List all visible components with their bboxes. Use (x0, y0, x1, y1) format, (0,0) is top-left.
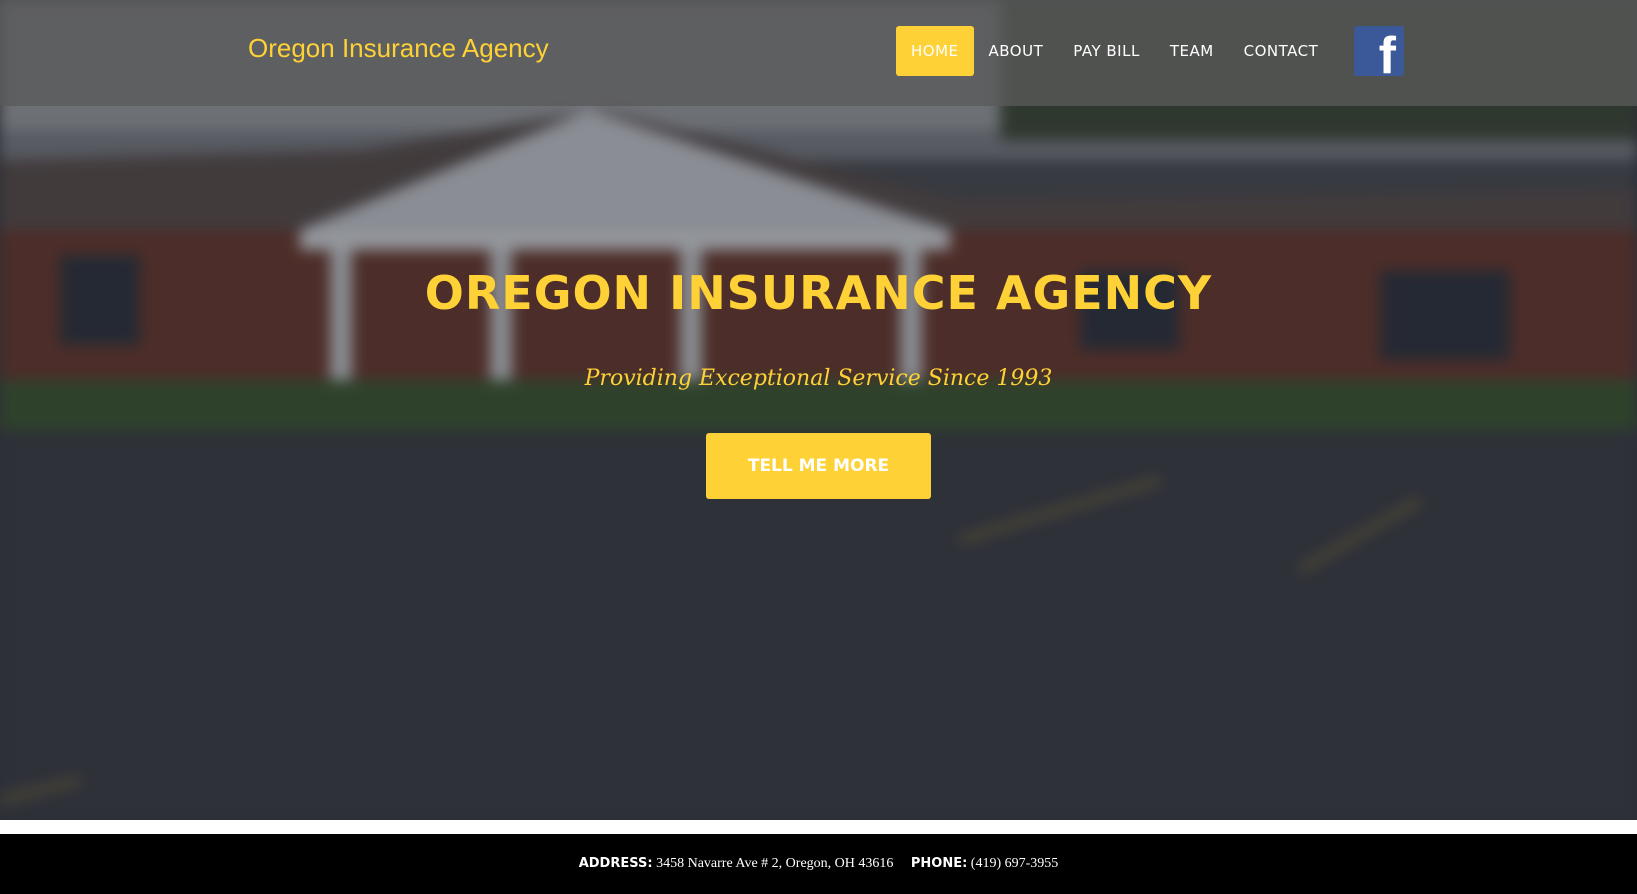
facebook-glyph: f (1378, 27, 1396, 76)
hero-subtitle: Providing Exceptional Service Since 1993 (584, 366, 1053, 391)
footer-contact-bar: ADDRESS: 3458 Navarre Ave # 2, Oregon, O… (0, 834, 1637, 894)
navbar: Oregon Insurance Agency HOME ABOUT PAY B… (0, 0, 1637, 106)
phone-label: PHONE: (910, 856, 968, 871)
main-nav: HOME ABOUT PAY BILL TEAM CONTACT (896, 26, 1333, 76)
address-value: 3458 Navarre Ave # 2, Oregon, OH 43616 (656, 856, 894, 871)
tell-me-more-button[interactable]: TELL ME MORE (706, 433, 931, 499)
brand-link[interactable]: Oregon Insurance Agency (248, 33, 549, 64)
nav-item-home[interactable]: HOME (896, 26, 974, 76)
nav-item-team[interactable]: TEAM (1155, 26, 1229, 76)
address-label: ADDRESS: (578, 856, 653, 871)
hero-section (0, 0, 1637, 820)
nav-item-contact[interactable]: CONTACT (1229, 26, 1334, 76)
nav-item-pay-bill[interactable]: PAY BILL (1058, 26, 1155, 76)
nav-item-about[interactable]: ABOUT (974, 26, 1059, 76)
hero-title: OREGON INSURANCE AGENCY (424, 266, 1213, 320)
facebook-icon[interactable]: f (1354, 26, 1404, 76)
phone-value: (419) 697-3955 (970, 856, 1059, 871)
